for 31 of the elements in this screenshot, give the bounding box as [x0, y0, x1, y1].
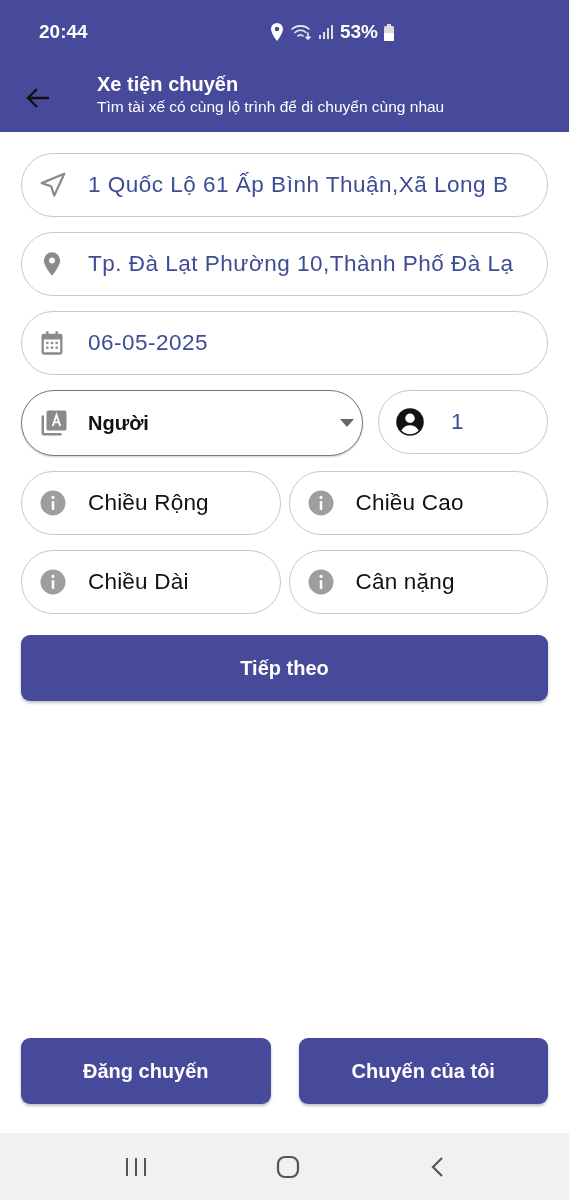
my-trips-button[interactable]: Chuyến của tôi [298, 1038, 548, 1104]
date-field[interactable]: 06-05-2025 [21, 311, 548, 375]
back-icon [430, 1155, 445, 1178]
navigation-arrow-icon [38, 170, 68, 200]
home-icon [276, 1154, 301, 1179]
info-icon [38, 567, 68, 597]
person-icon [395, 407, 425, 437]
back-arrow-icon [25, 86, 51, 110]
clock: 20:44 [39, 21, 88, 43]
recent-apps-icon [124, 1156, 147, 1177]
input-field[interactable]: Chiều Dài [21, 550, 281, 614]
vehicle-type-dropdown[interactable]: Người [21, 390, 363, 456]
wifi-icon [289, 24, 312, 40]
back-button[interactable] [25, 86, 51, 110]
battery-icon [384, 23, 394, 41]
screen-title: Xe tiện chuyến [97, 72, 240, 96]
origin-field[interactable]: 1 Quốc Lộ 61 Ấp Bình Thuận,Xã Long B [21, 153, 548, 217]
input-field[interactable]: Chiều Cao [288, 471, 548, 535]
dropdown-caret-icon [340, 419, 354, 427]
battery-percentage: 53% [339, 21, 378, 43]
screen-subtitle: Tìm tài xế có cùng lộ trình để di chuyển cùng nhau [97, 97, 445, 116]
post-trip-button[interactable]: Đăng chuyến [21, 1038, 271, 1104]
input-field[interactable]: Cân nặng [288, 550, 548, 614]
input-field[interactable]: Chiều Rộng [21, 471, 281, 535]
seat-count-field[interactable]: 1 [378, 390, 548, 454]
location-icon [269, 23, 284, 41]
info-icon [38, 488, 68, 518]
next-button[interactable]: Tiếp theo [21, 635, 548, 701]
letter-stack-icon [39, 408, 69, 438]
destination-field[interactable]: Tp. Đà Lạt Phường 10,Thành Phố Đà Lạ [21, 232, 548, 296]
signal-icon [317, 24, 334, 40]
